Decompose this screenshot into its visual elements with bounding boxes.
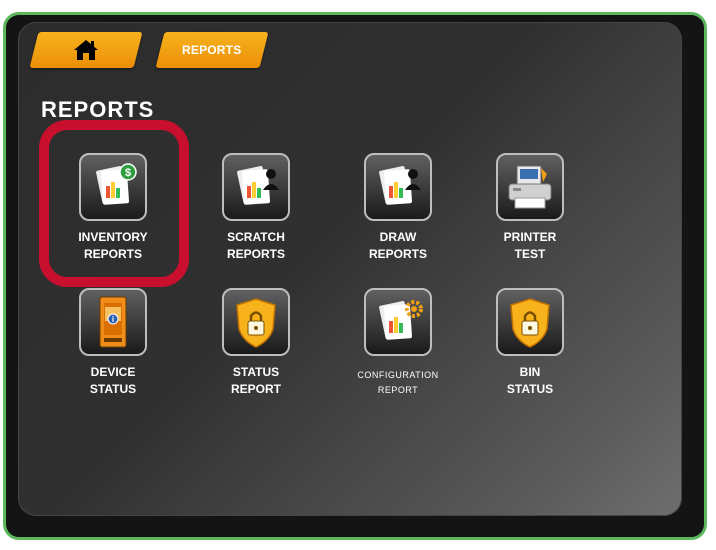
breadcrumb-home-tab[interactable] [29, 32, 143, 68]
selected-tile-highlight [39, 120, 189, 287]
bin-status-button[interactable]: BIN STATUS [465, 288, 595, 408]
configuration-report-icon [364, 288, 432, 356]
configuration-report-label: CONFIGURATION REPORT [357, 370, 439, 395]
draw-reports-button[interactable]: DRAW REPORTS [333, 153, 463, 273]
bin-status-label: BIN STATUS [506, 365, 554, 396]
device-status-label: DEVICE STATUS [89, 365, 137, 396]
status-report-button[interactable]: STATUS REPORT [191, 288, 321, 408]
scratch-reports-label: SCRATCH REPORTS [226, 230, 285, 261]
device-icon: i [79, 288, 147, 356]
device-status-button[interactable]: i DEVICE STATUS [48, 288, 178, 408]
scratch-report-icon [222, 153, 290, 221]
printer-icon [496, 153, 564, 221]
svg-text:i: i [112, 315, 114, 324]
printer-test-button[interactable]: PRINTER TEST [465, 153, 595, 273]
breadcrumb-reports-label: REPORTS [182, 43, 242, 57]
printer-test-label: PRINTER TEST [503, 230, 557, 261]
status-report-label: STATUS REPORT [230, 365, 281, 396]
shield-lock-icon [496, 288, 564, 356]
breadcrumb-reports-tab[interactable]: REPORTS [155, 32, 269, 68]
draw-report-icon [364, 153, 432, 221]
configuration-report-button[interactable]: CONFIGURATION REPORT [333, 288, 463, 408]
scratch-reports-button[interactable]: SCRATCH REPORTS [191, 153, 321, 273]
shield-lock-icon [222, 288, 290, 356]
draw-reports-label: DRAW REPORTS [368, 230, 427, 261]
home-icon [73, 38, 99, 62]
